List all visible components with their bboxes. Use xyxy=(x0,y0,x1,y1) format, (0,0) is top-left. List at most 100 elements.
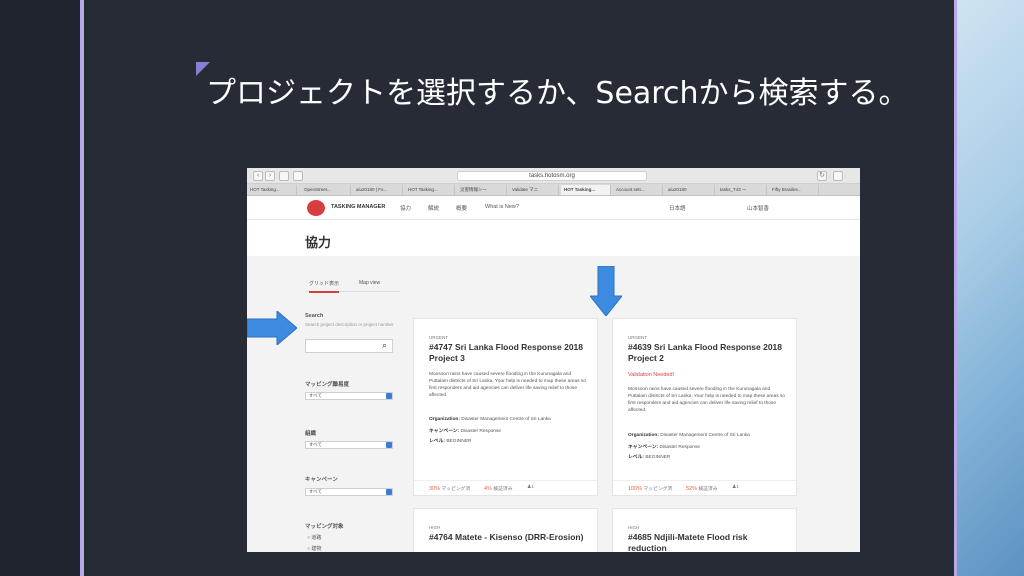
project-title[interactable]: #4747 Sri Lanka Flood Response 2018 Proj… xyxy=(429,342,589,364)
priority-tag: URGENT xyxy=(429,335,448,340)
organisation-select[interactable]: すべて xyxy=(305,441,393,449)
sidebar-icon[interactable] xyxy=(279,171,289,181)
validation-warning: Validation Needed! xyxy=(628,372,675,378)
slide-title: プロジェクトを選択するか、Searchから検索する。 xyxy=(206,76,909,111)
card-footer: 100% マッピング済 52% 検証済み ♟1 xyxy=(613,480,796,494)
view-tabs: グリッド表示 Map view xyxy=(305,278,400,293)
filter-label: 組織 xyxy=(305,431,317,437)
nav-whats-new[interactable]: What is New? xyxy=(485,204,519,210)
option-label: 建物 xyxy=(311,546,322,552)
chevron-down-icon xyxy=(386,489,392,495)
project-title[interactable]: #4685 Ndjili-Matete Flood risk reduction xyxy=(628,532,788,552)
difficulty-select[interactable]: すべて xyxy=(305,392,393,400)
option-label: 道路 xyxy=(311,535,322,541)
arrow-right-to-search-icon xyxy=(247,311,297,345)
tabs-overview-icon[interactable] xyxy=(833,171,843,181)
browser-tab[interactable]: aiu20180 | Fo... xyxy=(353,185,403,195)
right-decoration xyxy=(954,0,1024,576)
filter-label: マッピング対象 xyxy=(305,524,344,530)
contributors-count: 1 xyxy=(531,485,534,490)
project-title[interactable]: #4639 Sri Lanka Flood Response 2018 Proj… xyxy=(628,342,788,364)
address-bar[interactable]: tasks.hotosm.org xyxy=(457,171,647,181)
search-hint: Search project description or project nu… xyxy=(305,322,394,327)
project-card[interactable]: HIGH #4685 Ndjili-Matete Flood risk redu… xyxy=(612,508,797,552)
priority-tag: HIGH xyxy=(628,525,640,530)
filter-label: キャンペーン xyxy=(305,477,338,483)
language-select[interactable]: 日本語 xyxy=(669,204,686,212)
browser-screenshot: ‹ › tasks.hotosm.org ↻ HOT Tasking... Op… xyxy=(247,168,860,552)
mapping-type-buildings[interactable]: ○ 建物 xyxy=(307,545,321,552)
validated-percent: 52% xyxy=(686,486,698,492)
logo-text: TASKING MANAGER xyxy=(331,204,386,210)
tab-grid-view[interactable]: グリッド表示 xyxy=(309,280,340,293)
mapped-percent: 30% xyxy=(429,486,441,492)
browser-tab[interactable]: Account sett... xyxy=(613,185,663,195)
browser-tab-active[interactable]: HOT Tasking... xyxy=(561,185,611,195)
right-accent-line xyxy=(954,0,957,576)
browser-tab[interactable]: Validate マニ xyxy=(509,185,559,195)
mapping-type-roads[interactable]: ○ 道路 xyxy=(307,534,321,541)
card-footer: 30% マッピング済 4% 検証済み ♟1 xyxy=(414,480,597,494)
mapped-label: マッピング済 xyxy=(643,487,673,492)
project-card[interactable]: HIGH #4764 Matete - Kisenso (DRR-Erosion… xyxy=(413,508,598,552)
mapped-stat: 100% マッピング済 xyxy=(628,485,672,492)
search-icon[interactable]: ⌕ xyxy=(382,340,387,351)
user-menu[interactable]: 山本智香 xyxy=(747,204,769,212)
validated-stat: 4% 検証済み xyxy=(484,485,513,492)
browser-tab[interactable]: HOT Tasking... xyxy=(405,185,455,195)
project-card[interactable]: URGENT #4639 Sri Lanka Flood Response 20… xyxy=(612,318,797,496)
forward-icon[interactable]: › xyxy=(265,171,275,181)
contributors-count: 1 xyxy=(736,485,739,490)
mapped-stat: 30% マッピング済 xyxy=(429,485,470,492)
org-value: Disaster Management Centre of Sri Lanka xyxy=(660,433,750,438)
campaign-select[interactable]: すべて xyxy=(305,488,393,496)
validated-label: 検証済み xyxy=(493,487,513,492)
contributors-stat: ♟1 xyxy=(527,485,534,490)
campaign-value: Disaster Response xyxy=(659,445,701,450)
org-label: Organization: xyxy=(628,433,659,438)
campaign-row: キャンペーン: Disaster Response xyxy=(628,443,700,450)
search-input[interactable] xyxy=(305,339,393,353)
validated-stat: 52% 検証済み xyxy=(686,485,718,492)
select-value: すべて xyxy=(309,489,323,494)
browser-tab[interactable]: OpenStreet... xyxy=(301,185,351,195)
nav-about[interactable]: 概要 xyxy=(456,204,467,212)
tab-map-view[interactable]: Map view xyxy=(359,280,380,286)
level-row: レベル: BEGINNER xyxy=(429,437,471,444)
chevron-down-icon xyxy=(386,393,392,399)
share-icon[interactable] xyxy=(293,171,303,181)
priority-tag: URGENT xyxy=(628,335,647,340)
nav-contribute[interactable]: 協力 xyxy=(400,204,411,212)
campaign-value: Disaster Response xyxy=(460,429,502,434)
validated-label: 検証済み xyxy=(698,487,718,492)
chevron-down-icon xyxy=(386,442,392,448)
browser-toolbar: ‹ › tasks.hotosm.org ↻ xyxy=(247,168,860,184)
mapped-percent: 100% xyxy=(628,486,643,492)
filter-label: マッピング難易度 xyxy=(305,382,350,388)
browser-tab[interactable]: HOT Tasking... xyxy=(247,185,297,195)
hot-logo-icon[interactable] xyxy=(307,200,325,216)
contributors-stat: ♟1 xyxy=(732,485,739,490)
page-title: 協力 xyxy=(305,235,332,250)
browser-tab[interactable]: aiu20180 xyxy=(665,185,715,195)
reload-icon[interactable]: ↻ xyxy=(817,171,827,181)
project-description: Monsoon rains have caused severe floodin… xyxy=(628,387,786,413)
campaign-label: キャンペーン: xyxy=(429,429,460,434)
page-title-bar: 協力 xyxy=(247,220,860,256)
level-label: レベル: xyxy=(628,455,644,460)
level-value: BEGINNER xyxy=(645,455,671,460)
project-card[interactable]: URGENT #4747 Sri Lanka Flood Response 20… xyxy=(413,318,598,496)
level-row: レベル: BEGINNER xyxy=(628,453,670,460)
nav-learn[interactable]: 解説 xyxy=(428,204,439,212)
browser-tab[interactable]: 災害情報シー xyxy=(457,185,507,195)
org-row: Organization: Disaster Management Centre… xyxy=(429,417,551,422)
browser-tab[interactable]: tasks_T43 ー xyxy=(717,185,767,195)
browser-tab[interactable]: Fifty Brasiles... xyxy=(769,185,819,195)
mapped-label: マッピング済 xyxy=(441,487,471,492)
priority-tag: HIGH xyxy=(429,525,441,530)
org-row: Organization: Disaster Management Centre… xyxy=(628,433,750,438)
campaign-label: キャンペーン: xyxy=(628,445,659,450)
project-title[interactable]: #4764 Matete - Kisenso (DRR-Erosion) xyxy=(429,532,589,543)
campaign-row: キャンペーン: Disaster Response xyxy=(429,427,501,434)
back-icon[interactable]: ‹ xyxy=(253,171,263,181)
